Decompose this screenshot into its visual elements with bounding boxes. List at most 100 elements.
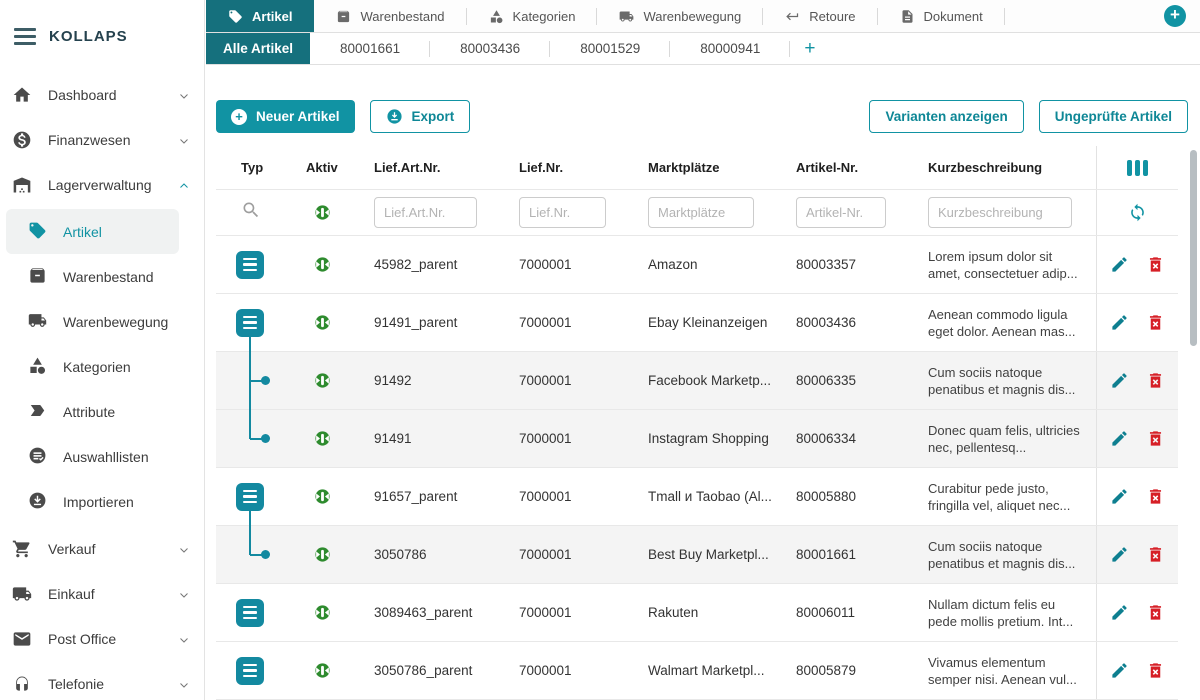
tab-artikel[interactable]: Artikel: [206, 0, 314, 32]
cell-lief-art-nr: 3050786_parent: [356, 663, 501, 678]
sidebar-item-auswahllisten[interactable]: Auswahllisten: [0, 434, 204, 479]
edit-icon[interactable]: [1110, 313, 1129, 332]
table-row-child[interactable]: 91491 7000001 Instagram Shopping 8000633…: [216, 410, 1178, 468]
search-icon[interactable]: [216, 200, 288, 225]
show-variants-button[interactable]: Varianten anzeigen: [869, 100, 1023, 133]
new-article-button[interactable]: + Neuer Artikel: [216, 100, 355, 133]
sidebar-item-label: Telefonie: [48, 676, 104, 692]
sidebar-item-dashboard[interactable]: Dashboard: [0, 72, 204, 117]
sidebar-item-einkauf[interactable]: Einkauf: [0, 571, 204, 616]
edit-icon[interactable]: [1110, 429, 1129, 448]
table-row[interactable]: 3089463_parent 7000001 Rakuten 80006011 …: [216, 584, 1178, 642]
table-row[interactable]: 91657_parent 7000001 Tmall и Taobao (Al.…: [216, 468, 1178, 526]
table-row-child[interactable]: 3050786 7000001 Best Buy Marketpl... 800…: [216, 526, 1178, 584]
filter-artikel-nr-input[interactable]: [796, 197, 886, 228]
sidebar-item-finanzwesen[interactable]: Finanzwesen: [0, 117, 204, 162]
edit-icon[interactable]: [1110, 371, 1129, 390]
filter-lief-art-nr-input[interactable]: [374, 197, 477, 228]
delete-icon[interactable]: [1146, 487, 1165, 506]
cell-marktplatz: Ebay Kleinanzeigen: [630, 315, 778, 330]
delete-icon[interactable]: [1146, 603, 1165, 622]
active-filter-toggle[interactable]: [288, 204, 356, 221]
sidebar-item-post-office[interactable]: Post Office: [0, 616, 204, 661]
menu-icon[interactable]: [14, 28, 36, 45]
active-icon[interactable]: [314, 314, 331, 331]
delete-icon[interactable]: [1146, 255, 1165, 274]
sidebar-item-lagerverwaltung[interactable]: Lagerverwaltung: [0, 162, 204, 207]
column-header-marktplaetze: Marktplätze: [630, 160, 778, 175]
refresh-icon[interactable]: [1128, 203, 1147, 222]
sidebar-item-importieren[interactable]: Importieren: [0, 479, 204, 524]
sidebar-item-label: Finanzwesen: [48, 132, 131, 148]
tab-warenbewegung[interactable]: Warenbewegung: [597, 0, 763, 32]
table-row-child[interactable]: 91492 7000001 Facebook Marketp... 800063…: [216, 352, 1178, 410]
column-header-lief-nr: Lief.Nr.: [501, 160, 630, 175]
filter-marktplaetze-input[interactable]: [648, 197, 754, 228]
chevron-up-icon: [178, 179, 190, 191]
tab-dokument[interactable]: Dokument: [878, 0, 1005, 32]
active-icon[interactable]: [314, 256, 331, 273]
subtab-80001529[interactable]: 80001529: [550, 33, 670, 64]
subtab-80003436[interactable]: 80003436: [430, 33, 550, 64]
parent-type-icon[interactable]: [236, 599, 264, 627]
parent-type-icon[interactable]: [236, 657, 264, 685]
filter-lief-nr-input[interactable]: [519, 197, 606, 228]
filter-kurzbeschreibung-input[interactable]: [928, 197, 1072, 228]
cell-kurzbeschreibung: Cum sociis natoque penatibus et magnis d…: [910, 538, 1096, 572]
column-header-lief-art-nr: Lief.Art.Nr.: [356, 160, 501, 175]
sidebar-item-warenbewegung[interactable]: Warenbewegung: [0, 299, 204, 344]
delete-icon[interactable]: [1146, 661, 1165, 680]
active-icon[interactable]: [314, 604, 331, 621]
parent-type-icon[interactable]: [236, 483, 264, 511]
unchecked-articles-button[interactable]: Ungeprüfte Artikel: [1039, 100, 1188, 133]
chevron-down-icon: [178, 134, 190, 146]
active-icon[interactable]: [314, 488, 331, 505]
delete-icon[interactable]: [1146, 313, 1165, 332]
articles-table: Typ Aktiv Lief.Art.Nr. Lief.Nr. Marktplä…: [216, 146, 1178, 700]
sidebar-item-warenbestand[interactable]: Warenbestand: [0, 254, 204, 299]
tab-kategorien[interactable]: Kategorien: [467, 0, 598, 32]
button-label: Ungeprüfte Artikel: [1055, 109, 1172, 124]
sidebar-item-attribute[interactable]: Attribute: [0, 389, 204, 434]
tab-retoure[interactable]: Retoure: [763, 0, 877, 32]
delete-icon[interactable]: [1146, 371, 1165, 390]
delete-icon[interactable]: [1146, 545, 1165, 564]
table-row[interactable]: 91491_parent 7000001 Ebay Kleinanzeigen …: [216, 294, 1178, 352]
main-area: Artikel Warenbestand Kategorien Warenbew…: [206, 0, 1200, 700]
sidebar-item-telefonie[interactable]: Telefonie: [0, 661, 204, 700]
delete-icon[interactable]: [1146, 429, 1165, 448]
active-icon[interactable]: [314, 546, 331, 563]
chevron-down-icon: [178, 89, 190, 101]
box-icon: [336, 9, 351, 24]
tab-label: Artikel: [252, 9, 292, 24]
add-subtab-button[interactable]: +: [790, 33, 829, 64]
columns-icon[interactable]: [1127, 160, 1148, 176]
scrollbar-thumb[interactable]: [1190, 150, 1197, 346]
cell-lief-nr: 7000001: [501, 431, 630, 446]
tab-label: Retoure: [809, 9, 855, 24]
subtab-alle-artikel[interactable]: Alle Artikel: [206, 33, 310, 64]
edit-icon[interactable]: [1110, 603, 1129, 622]
sidebar-item-artikel[interactable]: Artikel: [6, 209, 179, 254]
sidebar-item-verkauf[interactable]: Verkauf: [0, 526, 204, 571]
export-button[interactable]: Export: [370, 100, 471, 133]
active-icon[interactable]: [314, 430, 331, 447]
parent-type-icon[interactable]: [236, 251, 264, 279]
edit-icon[interactable]: [1110, 545, 1129, 564]
edit-icon[interactable]: [1110, 255, 1129, 274]
subtab-80001661[interactable]: 80001661: [310, 33, 430, 64]
table-row[interactable]: 3050786_parent 7000001 Walmart Marketpl.…: [216, 642, 1178, 700]
add-tab-button[interactable]: +: [1164, 5, 1186, 27]
table-row[interactable]: 45982_parent 7000001 Amazon 80003357 Lor…: [216, 236, 1178, 294]
edit-icon[interactable]: [1110, 487, 1129, 506]
parent-type-icon[interactable]: [236, 309, 264, 337]
tab-warenbestand[interactable]: Warenbestand: [314, 0, 466, 32]
sidebar-item-kategorien[interactable]: Kategorien: [0, 344, 204, 389]
active-icon[interactable]: [314, 372, 331, 389]
cell-lief-art-nr: 91657_parent: [356, 489, 501, 504]
chevron-down-icon: [178, 543, 190, 555]
active-icon[interactable]: [314, 662, 331, 679]
subtab-80000941[interactable]: 80000941: [670, 33, 790, 64]
download-circle-icon: [386, 108, 403, 125]
edit-icon[interactable]: [1110, 661, 1129, 680]
